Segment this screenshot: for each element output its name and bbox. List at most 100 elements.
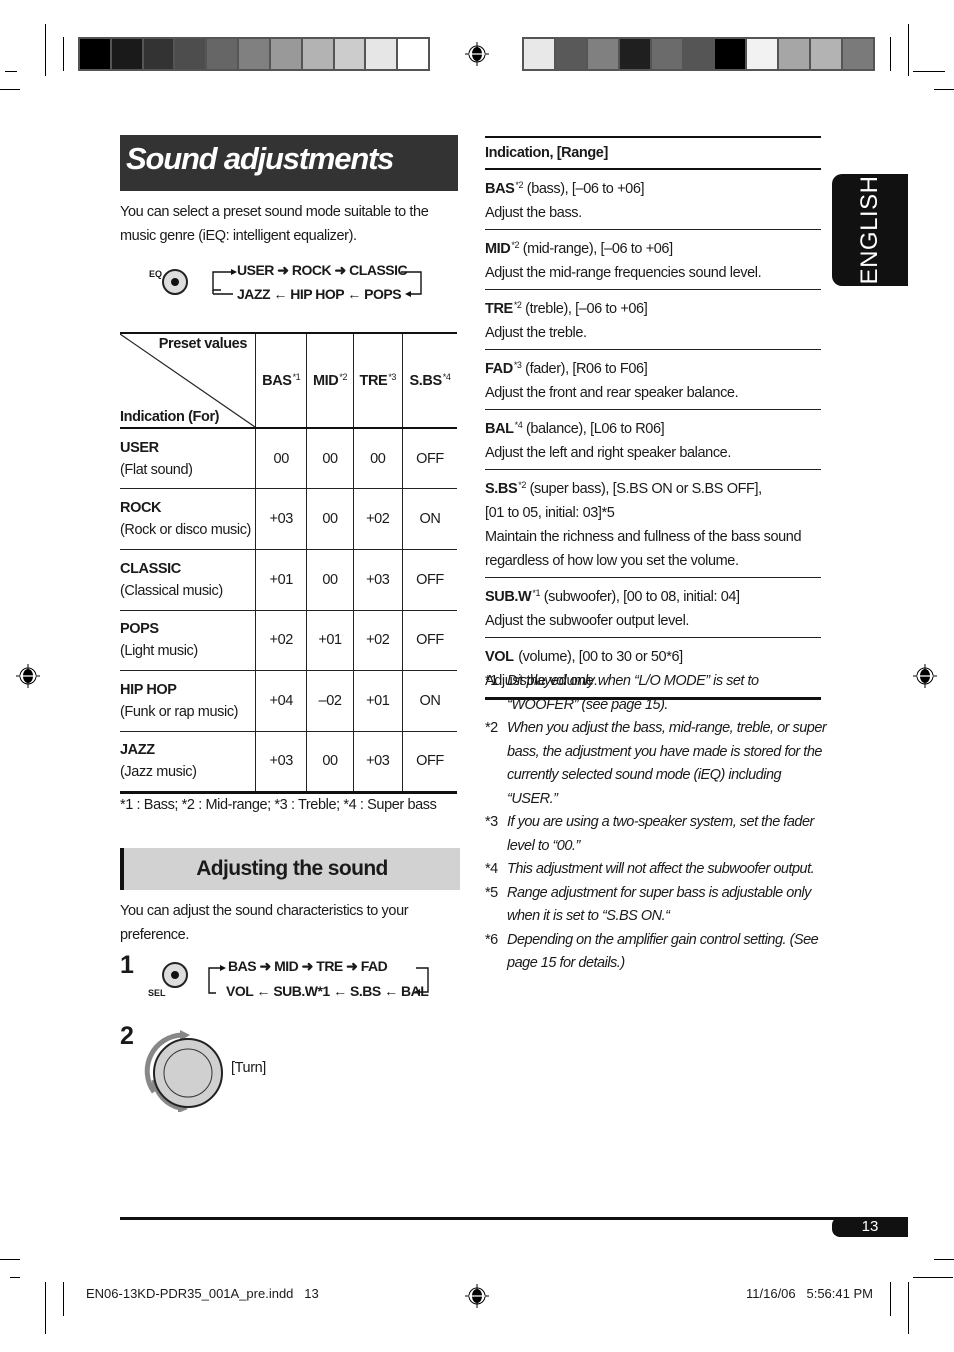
indication-note: *1 <box>532 588 541 598</box>
color-swatch <box>398 39 428 69</box>
mode-description: (Flat sound) <box>120 461 193 478</box>
arrow-left-icon: ← <box>333 983 347 999</box>
indication-name: SUB.W <box>485 589 532 605</box>
indication-item: BAL*4 (balance), [L06 to R06] Adjust the … <box>485 410 821 470</box>
color-swatch <box>843 39 873 69</box>
page-number: 13 <box>832 1217 908 1237</box>
color-swatch <box>715 39 748 69</box>
preset-value-cell: 00 <box>352 428 403 489</box>
table-row: POPS (Light music) +02 +01 +02 OFF <box>120 610 457 671</box>
preset-value-cell: +02 <box>254 610 307 671</box>
indication-range: (bass), [–06 to +06] <box>523 181 645 197</box>
mode-name: USER <box>120 439 159 456</box>
slug-timestamp: 11/16/06 5:56:41 PM <box>746 1286 873 1301</box>
preset-value-cell: +04 <box>254 670 307 732</box>
indication-description: Adjust the bass. <box>485 205 582 221</box>
preset-value-cell: +01 <box>254 549 307 611</box>
indication-name: BAS <box>485 181 515 197</box>
indication-range: (treble), [–06 to +06] <box>521 301 648 317</box>
preset-value-cell: 00 <box>306 731 354 793</box>
preset-value-cell: OFF <box>401 428 457 489</box>
indication-description: Adjust the treble. <box>485 325 587 341</box>
arrow-left-icon: ← <box>347 286 361 302</box>
preset-value-cell: +03 <box>254 731 307 793</box>
table-row: USER (Flat sound) 00 00 00 OFF <box>120 428 457 489</box>
footnote-text: This adjustment will not affect the subw… <box>507 861 815 877</box>
indication-description: Adjust the subwoofer output level. <box>485 613 690 629</box>
color-swatch <box>207 39 240 69</box>
footnote: *5 Range adjustment for super bass is adj… <box>485 882 830 929</box>
slug-file: EN06-13KD-PDR35_001A_pre.indd 13 <box>86 1286 319 1301</box>
indication-range: (fader), [R06 to F06] <box>521 361 648 377</box>
col-header-sbs: S.BS*4 <box>401 332 457 428</box>
indication-for-label: Indication (For) <box>120 409 220 425</box>
mode-name: HIP HOP <box>120 682 177 699</box>
table-row: JAZZ (Jazz music) +03 00 +03 OFF <box>120 731 457 793</box>
sel-flow-row1: BAS ➜ MID ➜ TRE ➜ FAD <box>228 958 388 975</box>
table-footnote: *1 : Bass; *2 : Mid-range; *3 : Treble; … <box>120 797 437 813</box>
mode-description: (Light music) <box>120 643 198 660</box>
footnote: *3 If you are using a two-speaker system,… <box>485 811 830 858</box>
arrow-left-icon: ← <box>273 286 287 302</box>
arrow-left-icon: ← <box>384 983 398 999</box>
footnote-mark: *1 <box>485 673 498 689</box>
sel-item-vol: VOL <box>226 983 254 999</box>
footnote-mark: *3 <box>485 814 498 830</box>
arrow-right-icon: ➜ <box>277 262 289 278</box>
footnote: *6 Depending on the amplifier gain contro… <box>485 929 830 976</box>
mode-description: (Funk or rap music) <box>120 704 239 721</box>
indication-item: FAD*3 (fader), [R06 to F06] Adjust the fr… <box>485 350 821 410</box>
indication-range: (mid-range), [–06 to +06] <box>519 241 673 257</box>
mode-name: POPS <box>120 621 159 638</box>
indication-name: MID <box>485 241 511 257</box>
indication-name: S.BS <box>485 481 518 497</box>
preset-value-cell: ON <box>401 670 457 732</box>
mode-cell: USER (Flat sound) <box>120 428 256 489</box>
indication-range: (super bass), [S.BS ON or S.BS OFF], <box>525 481 763 497</box>
step-2-number: 2 <box>120 1022 134 1050</box>
preset-value-cell: +01 <box>352 670 403 732</box>
preset-value-cell: 00 <box>306 428 354 489</box>
indication-name: TRE <box>485 301 513 317</box>
indication-description: Adjust the left and right speaker balanc… <box>485 445 731 461</box>
arrow-right-icon: ➜ <box>259 958 275 974</box>
mode-cell: ROCK (Rock or disco music) <box>120 489 256 550</box>
mode-cell: CLASSIC (Classical music) <box>120 549 256 610</box>
sel-item-subw: SUB.W*1 <box>273 983 330 999</box>
footnote: *4 This adjustment will not affect the su… <box>485 858 830 882</box>
registration-mark-bottom-icon <box>465 1284 489 1308</box>
registration-mark-right-icon <box>913 664 937 688</box>
preset-value-cell: +03 <box>254 488 307 550</box>
eq-flow-row2: JAZZ ← HIP HOP ← POPS <box>237 286 402 302</box>
intro-text: You can select a preset sound mode suita… <box>120 204 429 244</box>
color-swatch <box>143 39 176 69</box>
arrow-right-icon: ➜ <box>301 958 317 974</box>
indication-item: S.BS*2 (super bass), [S.BS ON or S.BS OF… <box>485 470 821 578</box>
color-swatch <box>683 39 716 69</box>
mode-name: ROCK <box>120 500 162 517</box>
footnote-text: Displayed only when “L/O MODE” is set to… <box>507 673 759 713</box>
footnote-mark: *4 <box>485 861 498 877</box>
table-row: HIP HOP (Funk or rap music) +04 –02 +01 ON <box>120 670 457 732</box>
sel-item-fad: FAD <box>360 958 388 974</box>
mode-description: (Rock or disco music) <box>120 522 251 539</box>
footnote-text: When you adjust the bass, mid-range, tre… <box>507 720 827 807</box>
preset-value-cell: ON <box>401 488 457 550</box>
color-swatch <box>175 39 208 69</box>
color-swatch <box>619 39 652 69</box>
adjusting-intro: You can adjust the sound characteristics… <box>120 903 409 943</box>
color-swatch <box>270 39 303 69</box>
table-corner-header: Preset values Indication (For) <box>120 332 256 428</box>
eq-flow-diagram: EQ USER ➜ ROCK ➜ CLASSIC JAZZ ← HIP HOP … <box>145 260 430 302</box>
preset-value-cell: +02 <box>352 488 403 550</box>
color-swatch <box>524 39 556 69</box>
preset-value-cell: 00 <box>306 488 354 550</box>
color-bar-right <box>522 37 875 71</box>
indication-item: MID*2 (mid-range), [–06 to +06] Adjust th… <box>485 230 821 290</box>
preset-value-cell: OFF <box>401 549 457 611</box>
preset-values-label: Preset values <box>158 336 248 352</box>
color-swatch <box>111 39 144 69</box>
indication-range: (subwoofer), [00 to 08, initial: 04] <box>540 589 740 605</box>
sel-item-tre: TRE <box>316 958 343 974</box>
step-1-number: 1 <box>120 951 134 979</box>
